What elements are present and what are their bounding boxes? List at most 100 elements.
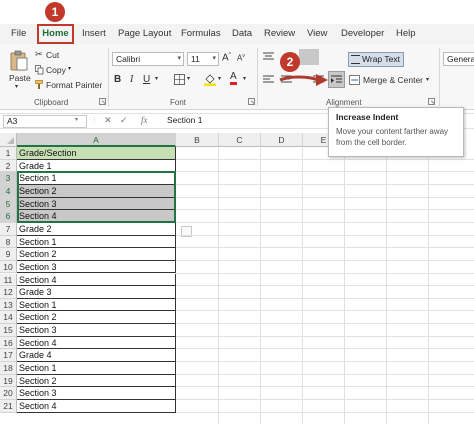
table-cell[interactable]: Section 3 bbox=[17, 387, 176, 400]
font-size-select[interactable]: 11 ▾ bbox=[187, 52, 219, 66]
gridline bbox=[176, 171, 474, 173]
column-header-c[interactable]: C bbox=[219, 133, 261, 147]
row-header[interactable]: 11 bbox=[0, 273, 17, 287]
alignment-launcher-icon[interactable] bbox=[428, 98, 435, 105]
tab-review[interactable]: Review bbox=[264, 24, 295, 44]
table-cell[interactable]: Grade 4 bbox=[17, 349, 176, 363]
column-header-b[interactable]: B bbox=[176, 133, 219, 147]
row-header[interactable]: 4 bbox=[0, 184, 17, 198]
step-1-badge: 1 bbox=[45, 2, 65, 22]
table-cell[interactable]: Section 1 bbox=[17, 298, 176, 312]
wrap-text-icon bbox=[351, 55, 360, 64]
underline-icon[interactable]: U bbox=[143, 74, 150, 85]
table-cell[interactable]: Grade 2 bbox=[17, 222, 176, 236]
bold-icon[interactable]: B bbox=[114, 74, 121, 85]
table-cell[interactable]: Section 4 bbox=[17, 273, 176, 287]
row-header[interactable]: 14 bbox=[0, 311, 17, 325]
row-header[interactable]: 7 bbox=[0, 222, 17, 236]
table-cell[interactable]: Section 1 bbox=[17, 235, 176, 249]
table-cell[interactable]: Section 1 bbox=[17, 362, 176, 375]
tab-view[interactable]: View bbox=[307, 24, 327, 44]
row-header[interactable]: 8 bbox=[0, 235, 17, 249]
tab-home[interactable]: Home bbox=[37, 24, 74, 44]
table-cell[interactable]: Section 2 bbox=[17, 248, 176, 261]
row-header[interactable]: 12 bbox=[0, 286, 17, 299]
tab-formulas[interactable]: Formulas bbox=[181, 24, 221, 44]
header-cell[interactable]: Grade/Section bbox=[17, 147, 176, 160]
table-cell[interactable]: Section 3 bbox=[17, 197, 176, 211]
italic-icon[interactable]: I bbox=[130, 74, 133, 85]
table-cell[interactable]: Section 4 bbox=[17, 400, 176, 413]
chevron-down-icon[interactable]: ▾ bbox=[218, 75, 221, 82]
tab-insert[interactable]: Insert bbox=[82, 24, 106, 44]
row-header[interactable]: 6 bbox=[0, 210, 17, 223]
merge-center-button[interactable]: Merge & Center ▾ bbox=[348, 73, 436, 87]
row-header[interactable]: 19 bbox=[0, 374, 17, 388]
table-cell[interactable]: Section 3 bbox=[17, 324, 176, 337]
tab-help[interactable]: Help bbox=[396, 24, 416, 44]
row-header[interactable]: 21 bbox=[0, 400, 17, 413]
cancel-icon[interactable]: ✕ bbox=[104, 115, 112, 126]
paste-button[interactable]: Paste ▾ bbox=[6, 48, 32, 92]
table-cell[interactable]: Section 1 bbox=[17, 172, 176, 185]
row-header[interactable]: 2 bbox=[0, 159, 17, 173]
row-header[interactable]: 16 bbox=[0, 336, 17, 350]
tab-data[interactable]: Data bbox=[232, 24, 252, 44]
divider bbox=[439, 48, 440, 106]
row-header[interactable]: 10 bbox=[0, 260, 17, 274]
format-painter-button[interactable]: Format Painter bbox=[35, 79, 102, 91]
cut-button[interactable]: ✂ Cut bbox=[35, 49, 65, 61]
decrease-font-icon[interactable]: Av bbox=[237, 53, 245, 63]
insert-function-icon[interactable]: fx bbox=[141, 115, 148, 125]
table-cell[interactable]: Section 4 bbox=[17, 210, 176, 223]
top-align-icon[interactable] bbox=[263, 52, 274, 62]
table-cell[interactable]: Section 2 bbox=[17, 374, 176, 388]
font-launcher-icon[interactable] bbox=[248, 98, 255, 105]
row-header[interactable]: 20 bbox=[0, 387, 17, 400]
increase-indent-button[interactable] bbox=[328, 71, 345, 88]
table-cell[interactable]: Grade 3 bbox=[17, 286, 176, 299]
borders-icon[interactable] bbox=[174, 74, 185, 85]
gridline bbox=[176, 386, 474, 388]
more-icon: ⋮ bbox=[92, 117, 97, 123]
table-cell[interactable]: Grade 1 bbox=[17, 159, 176, 173]
row-header[interactable]: 5 bbox=[0, 197, 17, 211]
row-header[interactable]: 15 bbox=[0, 324, 17, 337]
row-header[interactable]: 3 bbox=[0, 172, 17, 185]
clipboard-launcher-icon[interactable] bbox=[99, 98, 106, 105]
table-cell[interactable]: Section 3 bbox=[17, 260, 176, 274]
divider bbox=[108, 48, 109, 106]
tab-page-layout[interactable]: Page Layout bbox=[118, 24, 171, 44]
table-cell[interactable]: Section 2 bbox=[17, 311, 176, 325]
table-cell[interactable]: Section 4 bbox=[17, 336, 176, 350]
tab-file[interactable]: File bbox=[11, 24, 26, 44]
merge-icon bbox=[349, 75, 360, 85]
row-header[interactable]: 9 bbox=[0, 248, 17, 261]
font-color-icon[interactable]: A bbox=[230, 72, 237, 85]
font-group-label: Font bbox=[170, 98, 187, 107]
copy-button[interactable]: Copy ▾ bbox=[35, 64, 75, 76]
chevron-down-icon[interactable]: ▾ bbox=[243, 75, 246, 82]
orientation-button[interactable] bbox=[299, 49, 319, 65]
increase-font-icon[interactable]: A^ bbox=[222, 52, 231, 63]
tab-developer[interactable]: Developer bbox=[341, 24, 384, 44]
paste-label: Paste bbox=[9, 73, 31, 83]
chevron-down-icon[interactable]: ▾ bbox=[155, 75, 158, 82]
chevron-down-icon[interactable]: ▾ bbox=[187, 75, 190, 82]
column-header-a[interactable]: A bbox=[17, 133, 176, 147]
column-header-d[interactable]: D bbox=[261, 133, 303, 147]
gridline bbox=[176, 297, 474, 299]
fill-color-icon[interactable] bbox=[204, 73, 216, 86]
wrap-text-button[interactable]: Wrap Text bbox=[348, 52, 404, 67]
font-name-select[interactable]: Calibri ▾ bbox=[112, 52, 184, 66]
row-header[interactable]: 18 bbox=[0, 362, 17, 375]
table-cell[interactable]: Section 2 bbox=[17, 184, 176, 198]
row-header[interactable]: 17 bbox=[0, 349, 17, 363]
select-all-button[interactable] bbox=[0, 133, 17, 147]
number-format-select[interactable]: General bbox=[443, 52, 474, 66]
chevron-down-icon[interactable]: ▾ bbox=[75, 116, 78, 123]
enter-icon[interactable]: ✓ bbox=[120, 115, 128, 126]
align-left-icon[interactable] bbox=[263, 75, 274, 85]
row-header[interactable]: 13 bbox=[0, 298, 17, 312]
row-header[interactable]: 1 bbox=[0, 147, 17, 160]
